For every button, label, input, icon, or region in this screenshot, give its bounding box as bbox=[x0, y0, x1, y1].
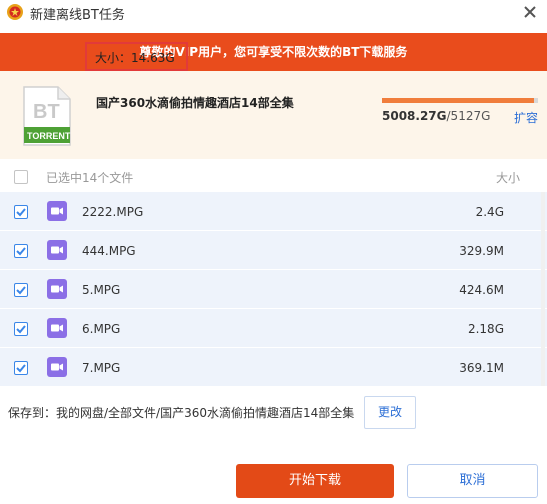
video-file-icon bbox=[47, 279, 67, 299]
file-checkbox[interactable] bbox=[14, 361, 28, 375]
video-file-icon bbox=[47, 357, 67, 377]
file-checkbox[interactable] bbox=[14, 244, 28, 258]
start-download-button[interactable]: 开始下载 bbox=[236, 464, 394, 498]
file-row[interactable]: 444.MPG 329.9M bbox=[0, 231, 547, 270]
torrent-size: 大小：14.63G bbox=[95, 51, 175, 65]
file-row[interactable]: 2222.MPG 2.4G bbox=[0, 192, 547, 231]
selected-count-label: 已选中14个文件 bbox=[46, 171, 134, 185]
file-size: 2.4G bbox=[475, 205, 504, 219]
file-name: 5.MPG bbox=[82, 283, 121, 297]
checkmark-icon bbox=[16, 325, 26, 334]
vip-banner: 尊敬的VIP用户，您可享受不限次数的BT下载服务 bbox=[0, 33, 547, 71]
video-file-icon bbox=[47, 240, 67, 260]
close-icon[interactable] bbox=[521, 3, 539, 21]
checkmark-icon bbox=[16, 286, 26, 295]
torrent-name: 国产360水滴偷拍情趣酒店14部全集 bbox=[96, 96, 294, 110]
bt-torrent-file-icon: BT TORRENT bbox=[23, 86, 71, 146]
title-bar: 新建离线BT任务 bbox=[0, 0, 547, 33]
change-path-button[interactable]: 更改 bbox=[364, 396, 416, 429]
file-name: 6.MPG bbox=[82, 322, 121, 336]
file-checkbox[interactable] bbox=[14, 283, 28, 297]
file-row[interactable]: 5.MPG 424.6M bbox=[0, 270, 547, 309]
checkmark-icon bbox=[16, 208, 26, 217]
select-all-checkbox[interactable] bbox=[14, 170, 28, 184]
save-path: 保存到：我的网盘/全部文件/国产360水滴偷拍情趣酒店14部全集 bbox=[8, 406, 355, 420]
storage-quota-text: 5008.27G/5127G bbox=[382, 109, 490, 123]
file-name: 7.MPG bbox=[82, 361, 121, 375]
storage-quota-fill bbox=[382, 98, 535, 103]
file-list[interactable]: 2222.MPG 2.4G 444.MPG 329.9M 5.MPG 424.6… bbox=[0, 192, 547, 386]
file-name: 2222.MPG bbox=[82, 205, 144, 219]
storage-used: 5008.27G bbox=[382, 109, 447, 123]
file-row[interactable]: 6.MPG 2.18G bbox=[0, 309, 547, 348]
storage-quota-bar bbox=[382, 98, 538, 103]
checkmark-icon bbox=[16, 247, 26, 256]
video-file-icon bbox=[47, 318, 67, 338]
svg-text:TORRENT: TORRENT bbox=[27, 131, 71, 141]
file-size: 369.1M bbox=[459, 361, 504, 375]
storage-total: /5127G bbox=[446, 109, 491, 123]
file-size: 2.18G bbox=[467, 322, 504, 336]
video-file-icon bbox=[47, 201, 67, 221]
size-column-header: 大小 bbox=[496, 171, 521, 185]
expand-storage-link[interactable]: 扩容 bbox=[514, 109, 538, 126]
file-name: 444.MPG bbox=[82, 244, 136, 258]
svg-text:BT: BT bbox=[33, 101, 60, 123]
window-title: 新建离线BT任务 bbox=[30, 8, 125, 23]
file-row[interactable]: 7.MPG 369.1M bbox=[0, 348, 547, 386]
file-size: 329.9M bbox=[459, 244, 504, 258]
cancel-button[interactable]: 取消 bbox=[407, 464, 538, 498]
file-size: 424.6M bbox=[459, 283, 504, 297]
checkmark-icon bbox=[16, 364, 26, 373]
file-checkbox[interactable] bbox=[14, 322, 28, 336]
file-checkbox[interactable] bbox=[14, 205, 28, 219]
file-list-scrollbar[interactable] bbox=[541, 192, 545, 386]
app-logo-icon bbox=[7, 4, 23, 20]
